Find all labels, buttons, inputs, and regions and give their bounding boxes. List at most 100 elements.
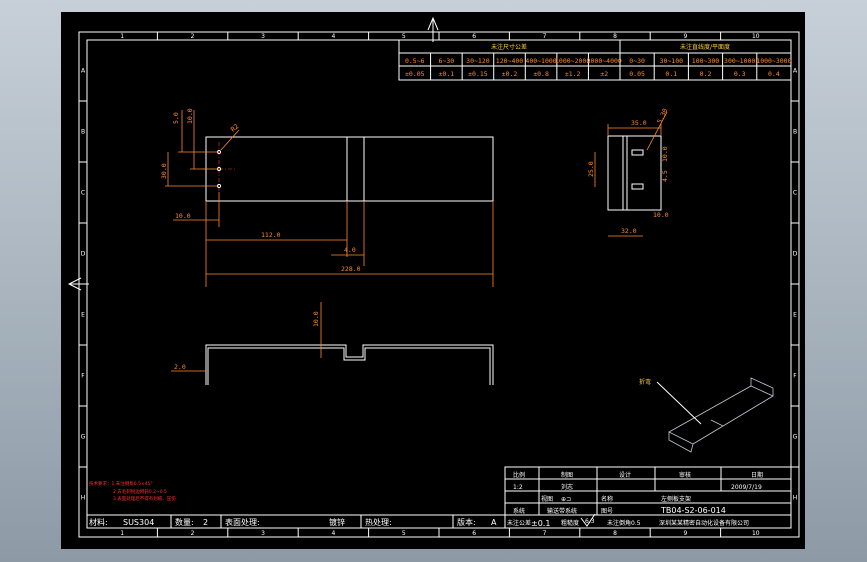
dim-step: 4.0 xyxy=(344,246,356,254)
dim-left-offset: 10.0 xyxy=(175,212,191,220)
border-col-label-bottom: 3 xyxy=(261,530,265,537)
dim-hole-radius: R2 xyxy=(229,122,240,133)
iso-label: 折弯 xyxy=(639,378,651,386)
dim-mid-length: 112.0 xyxy=(261,231,281,239)
border-row-label-left: B xyxy=(81,129,85,136)
technical-notes: 技术要求：1.未注倒角0.5×45° 2.去毛刺锐边倒钝0.2~0.5 3.表面… xyxy=(89,480,176,502)
linear-range: 400~1000 xyxy=(525,57,556,65)
bottom-info-bar: 材料: SUS304 数量: 2 表面处理: 镀锌 热处理: 版本: A xyxy=(87,514,505,528)
border-col-label-top: 5 xyxy=(402,33,406,40)
company-name: 深圳某某精密自动化设备有限公司 xyxy=(659,519,749,527)
linear-range: 6~30 xyxy=(439,57,455,65)
material-value: SUS304 xyxy=(123,518,154,527)
linear-value: ±0.15 xyxy=(468,70,488,78)
flatness-range: 0~30 xyxy=(629,57,645,65)
dim-side-top: 35.0 xyxy=(631,119,647,127)
linear-value: ±1.2 xyxy=(565,70,581,78)
title-block-header: 审核 xyxy=(679,471,691,479)
system-label: 系统 xyxy=(513,507,525,515)
border-row-label-left: H xyxy=(81,495,86,502)
flatness-value: 0.05 xyxy=(629,70,645,78)
version-label: 版本: xyxy=(457,517,476,527)
scale-value: 1:2 xyxy=(513,484,523,491)
flatness-tolerance-title: 未注直线度/平面度 xyxy=(680,43,730,51)
title-block-header: 制图 xyxy=(561,471,573,479)
qty-label: 数量: xyxy=(175,517,194,527)
title-block-headers: 比例 制图 设计 审核 日期 xyxy=(513,471,763,479)
heat-label: 热处理: xyxy=(365,517,392,527)
border-col-label-bottom: 7 xyxy=(543,530,547,537)
title-block: 比例 制图 设计 审核 日期 1:2 刘志 2009/7/19 视图 ⊕⊐ 名称 左侧板… xyxy=(504,466,792,529)
side-view: 35.0 5.30 25.0 10.0 4.5 10.0 32.0 xyxy=(587,107,670,237)
material-label: 材料: xyxy=(89,517,108,527)
border-col-label-top: 8 xyxy=(613,33,617,40)
iso-view: 折弯 xyxy=(639,377,774,453)
dim-side-width: 32.0 xyxy=(621,227,637,235)
linear-range: 120~400 xyxy=(496,57,523,65)
cad-drawing[interactable]: 1 1 2 2 3 3 4 4 5 5 6 6 7 7 8 8 9 9 10 10 A A B B C C D D E E F F G G H H 未… xyxy=(61,12,805,549)
title-block-header: 比例 xyxy=(513,471,525,479)
title-block-header: 日期 xyxy=(751,471,763,479)
tolerance-value: ±0.1 xyxy=(531,519,550,528)
surface-value: 镀锌 xyxy=(329,517,345,527)
border-col-label-bottom: 4 xyxy=(331,530,335,537)
border-col-label-top: 10 xyxy=(752,33,760,40)
border-ticks xyxy=(79,32,799,537)
flatness-value: 0.2 xyxy=(700,70,712,78)
drawing-viewport[interactable]: 1 1 2 2 3 3 4 4 5 5 6 6 7 7 8 8 9 9 10 10 A A B B C C D D E E F F G G H H 未… xyxy=(61,12,805,549)
version-value: A xyxy=(491,518,497,527)
flatness-range: 100~300 xyxy=(692,57,719,65)
border-col-label-bottom: 2 xyxy=(191,530,195,537)
flatness-range: 300~1000 xyxy=(724,57,755,65)
dim-top-b: 10.0 xyxy=(186,108,194,124)
dim-thickness: 2.0 xyxy=(174,363,186,371)
border-col-label-top: 2 xyxy=(191,33,195,40)
border-col-label-bottom: 8 xyxy=(613,530,617,537)
center-mark-top-icon xyxy=(427,16,439,42)
qty-value: 2 xyxy=(203,518,208,527)
border-col-label-top: 7 xyxy=(543,33,547,40)
border-col-label-bottom: 9 xyxy=(683,530,687,537)
linear-tolerance-title: 未注尺寸公差 xyxy=(491,43,527,51)
note-3: 3.表面处理后不得有划痕、压伤 xyxy=(113,495,176,502)
border-col-label-top: 1 xyxy=(120,33,124,40)
border-row-label-left: C xyxy=(81,190,85,197)
tolerance-label: 未注公差 xyxy=(507,519,531,527)
part-name: 左侧板支架 xyxy=(661,495,691,503)
border-col-label-bottom: 10 xyxy=(752,530,760,537)
linear-range: 0.5~6 xyxy=(405,57,425,65)
flatness-range: 1000~3000 xyxy=(756,57,791,65)
flatness-range: 30~100 xyxy=(660,57,684,65)
tolerance-table: 未注尺寸公差 未注直线度/平面度 0.5~6 ±0.05 6~30 ±0.1 30~12… xyxy=(398,39,792,81)
flatness-value: 0.3 xyxy=(734,70,746,78)
dim-side-height: 25.0 xyxy=(587,161,595,177)
linear-range: 2000~4000 xyxy=(587,57,622,65)
flatness-value: 0.4 xyxy=(768,70,780,78)
date-value: 2009/7/19 xyxy=(731,484,762,491)
dim-side-d3: 10.0 xyxy=(653,211,669,219)
border-row-label-right: G xyxy=(793,434,798,441)
border-col-label-top: 4 xyxy=(331,33,335,40)
drawing-number: TB04-S2-06-014 xyxy=(660,506,726,515)
linear-value: ±0.05 xyxy=(405,70,425,78)
drafter-value: 刘志 xyxy=(561,483,573,491)
drawing-no-label: 图号 xyxy=(601,508,613,515)
border-row-label-right: F xyxy=(793,373,797,380)
projection-symbol-icon: ⊕⊐ xyxy=(561,496,571,503)
system-value: 输送带系统 xyxy=(547,507,577,515)
border-col-label-bottom: 6 xyxy=(472,530,476,537)
dim-side-slot: 5.30 xyxy=(656,107,670,125)
flatness-value: 0.1 xyxy=(665,70,677,78)
border-row-label-right: C xyxy=(793,190,797,197)
border-col-label-top: 3 xyxy=(261,33,265,40)
border-col-label-top: 9 xyxy=(683,33,687,40)
outer-frame xyxy=(78,31,800,538)
projection-label: 视图 xyxy=(541,495,553,503)
dim-total-length: 228.0 xyxy=(341,265,361,273)
dim-top-a: 5.0 xyxy=(172,112,180,124)
border-row-label-right: B xyxy=(793,129,797,136)
linear-value: ±2 xyxy=(600,70,608,78)
surface-label: 表面处理: xyxy=(225,517,260,527)
front-view: 5.0 10.0 30.0 R2 10.0 112.0 4.0 228.0 xyxy=(160,108,494,287)
roughness-label: 粗糙度 xyxy=(561,519,579,527)
